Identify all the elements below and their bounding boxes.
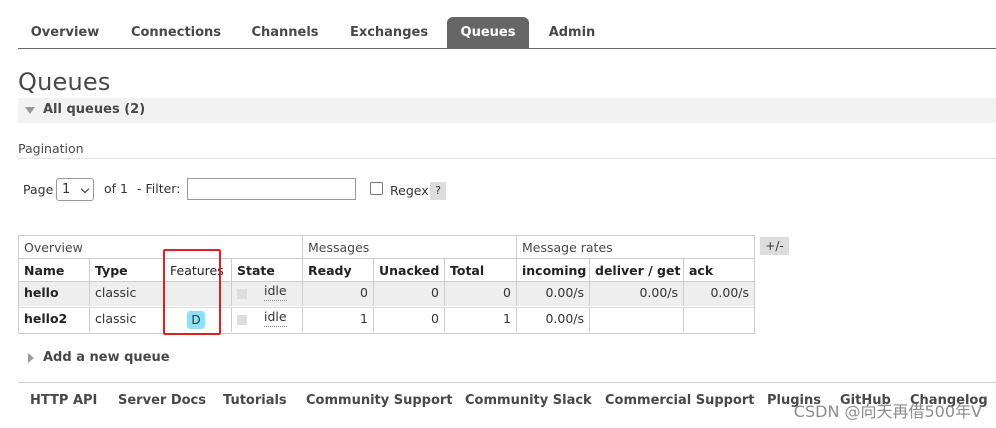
add-new-queue-toggle[interactable]: Add a new queue (43, 350, 170, 365)
unacked-count: 0 (374, 308, 445, 332)
col-header-name[interactable]: Name (19, 259, 90, 282)
footer-link-server-docs[interactable]: Server Docs (118, 393, 206, 408)
state-label: idle (264, 308, 287, 327)
expand-triangle-icon (28, 353, 34, 363)
regex-label: Regex (390, 183, 429, 198)
col-header-unacked[interactable]: Unacked (374, 259, 445, 282)
col-header-ready[interactable]: Ready (303, 259, 374, 282)
queue-state: idle (232, 308, 303, 332)
queue-name-link[interactable]: hello (19, 282, 90, 306)
col-header-deliver-get[interactable]: deliver / get (590, 259, 684, 282)
footer-link-community-slack[interactable]: Community Slack (465, 393, 592, 408)
deliver-get-rate: 0.00/s (590, 282, 684, 306)
csdn-watermark: CSDN @向天再借500年V (793, 402, 982, 421)
footer-link-tutorials[interactable]: Tutorials (223, 393, 287, 408)
total-count: 0 (445, 282, 517, 306)
col-header-incoming[interactable]: incoming (517, 259, 590, 282)
all-queues-title: All queues (2) (43, 102, 146, 117)
footer-link-community-support[interactable]: Community Support (306, 393, 453, 408)
page-select[interactable]: 1 (56, 178, 94, 201)
pagination-label: Pagination (18, 141, 84, 156)
tab-exchanges[interactable]: Exchanges (340, 17, 438, 49)
queue-type: classic (90, 308, 165, 332)
state-indicator-icon (237, 289, 247, 299)
filter-label: - Filter: (137, 181, 181, 196)
table-row: hello2 classic D idle 1 0 1 0.00/s (19, 307, 754, 332)
state-indicator-icon (237, 315, 247, 325)
group-header-overview: Overview (19, 236, 303, 259)
regex-checkbox[interactable] (370, 182, 383, 195)
collapse-triangle-icon (25, 107, 35, 114)
deliver-get-rate (590, 308, 684, 332)
queues-table: Overview Messages Message rates Name Typ… (18, 235, 755, 334)
pagination-divider (18, 158, 996, 159)
chevron-down-icon (80, 184, 90, 194)
ack-rate (684, 308, 754, 332)
page-label: Page (23, 182, 54, 197)
ready-count: 1 (303, 308, 374, 332)
col-header-type[interactable]: Type (90, 259, 165, 282)
queue-type: classic (90, 282, 165, 306)
tab-queues[interactable]: Queues (447, 17, 529, 49)
all-queues-section-header[interactable]: All queues (2) (18, 98, 996, 123)
tab-admin[interactable]: Admin (538, 17, 606, 49)
regex-help-button[interactable]: ? (430, 182, 446, 200)
footer-link-http-api[interactable]: HTTP API (30, 393, 97, 408)
col-header-total[interactable]: Total (445, 259, 517, 282)
table-row: hello classic idle 0 0 0 0.00/s 0.00/s 0… (19, 282, 754, 306)
col-header-ack[interactable]: ack (684, 259, 754, 282)
toggle-columns-button[interactable]: +/- (760, 237, 789, 255)
ack-rate: 0.00/s (710, 285, 749, 300)
group-header-message-rates: Message rates (517, 236, 754, 259)
ready-count: 0 (303, 282, 374, 306)
queue-state: idle (232, 282, 303, 306)
footer-divider (18, 382, 996, 383)
features-highlight-box (163, 249, 221, 335)
tab-connections[interactable]: Connections (121, 17, 231, 49)
unacked-count: 0 (374, 282, 445, 306)
tab-overview[interactable]: Overview (18, 17, 112, 49)
queue-name-link[interactable]: hello2 (19, 308, 90, 332)
page-title: Queues (18, 68, 111, 96)
incoming-rate: 0.00/s (517, 308, 590, 332)
page-count-label: of 1 (104, 181, 128, 196)
state-label: idle (264, 282, 287, 301)
filter-input[interactable] (187, 178, 356, 200)
total-count: 1 (445, 308, 517, 332)
footer-link-commercial-support[interactable]: Commercial Support (605, 393, 755, 408)
tab-channels[interactable]: Channels (240, 17, 330, 49)
incoming-rate: 0.00/s (517, 282, 590, 306)
group-header-messages: Messages (303, 236, 517, 259)
col-header-state[interactable]: State (232, 259, 303, 282)
page-select-value: 1 (62, 182, 71, 197)
main-nav-tabs: Overview Connections Channels Exchanges … (18, 17, 996, 49)
